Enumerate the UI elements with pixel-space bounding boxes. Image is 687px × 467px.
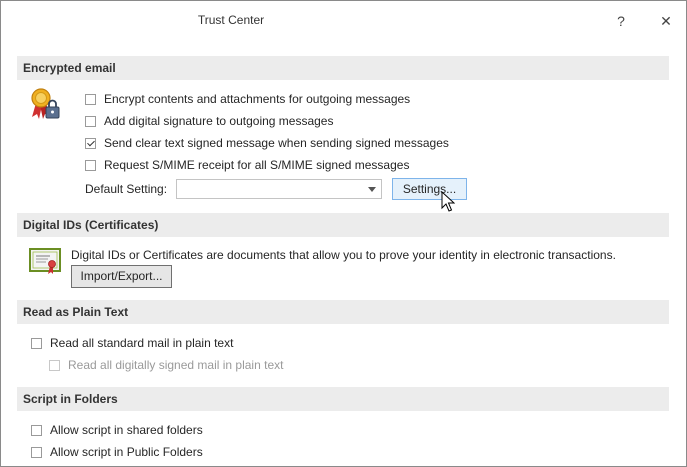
allow-script-public-label: Allow script in Public Folders [50,445,203,459]
send-clear-text-checkbox[interactable] [85,137,96,149]
send-clear-text-label: Send clear text signed message when send… [104,136,449,150]
read-signed-plain-text-option: Read all digitally signed mail in plain … [49,356,283,374]
send-clear-text-option[interactable]: Send clear text signed message when send… [85,134,449,152]
allow-script-public-option[interactable]: Allow script in Public Folders [31,443,203,461]
allow-script-shared-label: Allow script in shared folders [50,423,203,437]
request-receipt-option[interactable]: Request S/MIME receipt for all S/MIME si… [85,156,409,174]
close-icon[interactable]: ✕ [653,9,679,33]
help-icon[interactable]: ? [608,9,634,33]
trust-center-dialog: Trust Center ? ✕ Encrypted email Encrypt… [0,0,687,467]
section-header-plain-text: Read as Plain Text [17,300,669,324]
read-plain-text-option[interactable]: Read all standard mail in plain text [31,334,233,352]
encrypt-contents-option[interactable]: Encrypt contents and attachments for out… [85,90,410,108]
section-header-script-folders: Script in Folders [17,387,669,411]
certificate-document-icon [29,248,61,274]
read-signed-plain-text-label: Read all digitally signed mail in plain … [68,358,284,372]
add-signature-option[interactable]: Add digital signature to outgoing messag… [85,112,333,130]
window-title: Trust Center [197,13,265,27]
default-setting-dropdown[interactable] [176,179,382,199]
certificate-ribbon-lock-icon [31,88,60,119]
encrypt-contents-checkbox[interactable] [85,93,96,105]
section-header-digital-ids: Digital IDs (Certificates) [17,213,669,237]
read-plain-text-label: Read all standard mail in plain text [50,336,234,350]
dropdown-arrow-icon[interactable] [368,187,376,192]
request-receipt-checkbox[interactable] [85,159,96,171]
read-signed-plain-text-checkbox [49,359,60,371]
section-title: Script in Folders [23,392,118,406]
default-setting-label: Default Setting: [85,182,168,196]
add-signature-label: Add digital signature to outgoing messag… [104,114,334,128]
allow-script-public-checkbox[interactable] [31,446,42,458]
section-title: Digital IDs (Certificates) [23,218,159,232]
read-plain-text-checkbox[interactable] [31,337,42,349]
section-title: Read as Plain Text [23,305,129,319]
section-title: Encrypted email [23,61,116,75]
section-header-encrypted-email: Encrypted email [17,56,669,80]
mouse-pointer-icon [441,191,455,212]
add-signature-checkbox[interactable] [85,115,96,127]
allow-script-shared-checkbox[interactable] [31,424,42,436]
request-receipt-label: Request S/MIME receipt for all S/MIME si… [104,158,410,172]
allow-script-shared-option[interactable]: Allow script in shared folders [31,421,203,439]
title-bar: Trust Center ? ✕ [1,1,686,41]
digital-ids-description: Digital IDs or Certificates are document… [71,248,616,262]
encrypt-contents-label: Encrypt contents and attachments for out… [104,92,411,106]
import-export-button[interactable]: Import/Export... [71,265,172,288]
settings-button[interactable]: Settings... [392,178,467,200]
